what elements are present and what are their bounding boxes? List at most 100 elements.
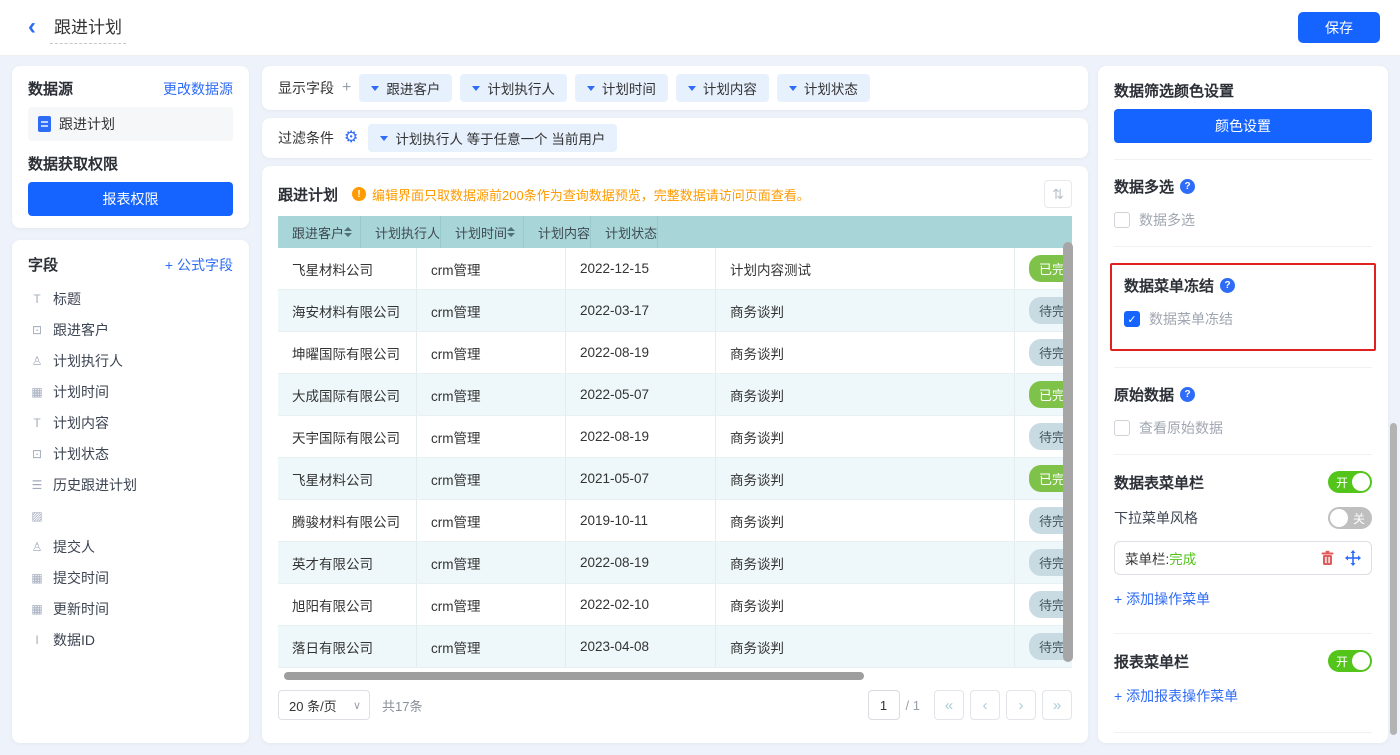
display-field-chip[interactable]: 计划内容 <box>676 74 769 102</box>
cell-executor: crm管理 <box>417 542 566 583</box>
table-row[interactable]: 坤曜国际有限公司 crm管理 2022-08-19 商务谈判 待完成 <box>278 332 1072 374</box>
display-field-chip[interactable]: 计划执行人 <box>460 74 567 102</box>
cell-content: 商务谈判 <box>716 290 1015 331</box>
table-row[interactable]: 腾骏材料有限公司 crm管理 2019-10-11 商务谈判 待完成 <box>278 500 1072 542</box>
cell-customer: 落日有限公司 <box>278 626 417 667</box>
field-item[interactable]: ⊡ 跟进客户 <box>28 314 233 345</box>
cell-content: 商务谈判 <box>716 458 1015 499</box>
cell-customer: 腾骏材料有限公司 <box>278 500 417 541</box>
table-row[interactable]: 海安材料有限公司 crm管理 2022-03-17 商务谈判 待完成 <box>278 290 1072 332</box>
display-field-chip[interactable]: 计划状态 <box>777 74 870 102</box>
display-field-chip[interactable]: 计划时间 <box>575 74 668 102</box>
raw-data-checkbox-row[interactable]: 查看原始数据 <box>1114 418 1372 438</box>
checkbox-checked[interactable]: ✓ <box>1124 311 1140 327</box>
add-report-action-menu-link[interactable]: + 添加报表操作菜单 <box>1114 686 1372 706</box>
datasource-item-label: 跟进计划 <box>59 114 115 134</box>
table-header-cell[interactable]: 计划时间 <box>441 216 524 248</box>
field-item[interactable]: ♙ 提交人 <box>28 531 233 562</box>
field-item[interactable]: ▦ 提交时间 <box>28 562 233 593</box>
vertical-scrollbar[interactable] <box>1063 242 1073 662</box>
add-display-field-button[interactable]: + <box>342 79 351 97</box>
chevron-down-icon <box>587 86 595 91</box>
field-label: 计划内容 <box>53 413 109 433</box>
table-body: 飞星材料公司 crm管理 2022-12-15 计划内容测试 已完成 海安材料有… <box>278 248 1072 668</box>
field-item[interactable]: ▦ 计划时间 <box>28 376 233 407</box>
field-item[interactable]: T 计划内容 <box>28 407 233 438</box>
sort-icon[interactable] <box>507 227 515 237</box>
sort-order-button[interactable]: ⇅ <box>1044 180 1072 208</box>
date-icon: ▦ <box>28 571 46 585</box>
horizontal-scrollbar[interactable] <box>284 672 864 680</box>
checkbox-unchecked[interactable] <box>1114 212 1130 228</box>
dropdown-style-label: 下拉菜单风格 <box>1114 508 1198 528</box>
field-label: 数据ID <box>53 630 95 650</box>
table-header-cell[interactable]: 计划内容 <box>524 216 591 248</box>
table-menu-toggle[interactable]: 开 <box>1328 471 1372 493</box>
text-icon: T <box>28 292 46 306</box>
checkbox-unchecked[interactable] <box>1114 420 1130 436</box>
table-header-cell[interactable]: 计划状态 <box>591 216 658 248</box>
field-item[interactable]: ♙ 计划执行人 <box>28 345 233 376</box>
table-header-cell[interactable]: 跟进客户 <box>278 216 361 248</box>
field-item[interactable]: ▨ <box>28 500 233 531</box>
cell-content: 商务谈判 <box>716 332 1015 373</box>
table-row[interactable]: 旭阳有限公司 crm管理 2022-02-10 商务谈判 待完成 <box>278 584 1072 626</box>
report-menu-toggle[interactable]: 开 <box>1328 650 1372 672</box>
change-datasource-link[interactable]: 更改数据源 <box>163 79 233 99</box>
report-permission-button[interactable]: 报表权限 <box>28 182 233 216</box>
add-action-menu-link[interactable]: + 添加操作菜单 <box>1114 589 1372 609</box>
field-list: T 标题 ⊡ 跟进客户 ♙ 计划执行人 ▦ 计划时间 T 计划内容 ⊡ 计划状态… <box>28 283 233 655</box>
table-row[interactable]: 飞星材料公司 crm管理 2022-12-15 计划内容测试 已完成 <box>278 248 1072 290</box>
help-icon[interactable]: ? <box>1180 179 1195 194</box>
page-size-select[interactable]: 20 条/页 ∨ <box>278 690 370 720</box>
page-title[interactable]: 跟进计划 <box>50 11 126 44</box>
table-header-cell[interactable]: 计划执行人 <box>361 216 441 248</box>
datasource-heading: 数据源 <box>28 78 73 99</box>
filter-condition-chip[interactable]: 计划执行人 等于任意一个 当前用户 <box>368 124 617 152</box>
display-fields-panel: 显示字段 + 跟进客户 计划执行人 计划时间 计划内容 计划状态 <box>262 66 1088 110</box>
cell-customer: 飞星材料公司 <box>278 248 417 289</box>
table-row[interactable]: 天宇国际有限公司 crm管理 2022-08-19 商务谈判 待完成 <box>278 416 1072 458</box>
add-formula-field-link[interactable]: + 公式字段 <box>165 255 233 275</box>
table-title: 跟进计划 <box>278 184 338 205</box>
menu-bar-value: 完成 <box>1169 548 1196 568</box>
datasource-item[interactable]: 跟进计划 <box>28 107 233 141</box>
window-scrollbar[interactable] <box>1390 423 1397 735</box>
back-icon[interactable]: ‹ <box>28 15 36 39</box>
preview-warning: ! 编辑界面只取数据源前200条作为查询数据预览，完整数据请访问页面查看。 <box>352 185 810 204</box>
table-row[interactable]: 落日有限公司 crm管理 2023-04-08 商务谈判 待完成 <box>278 626 1072 668</box>
table-row[interactable]: 英才有限公司 crm管理 2022-08-19 商务谈判 待完成 <box>278 542 1072 584</box>
menu-bar-item[interactable]: 菜单栏: 完成 <box>1114 541 1372 575</box>
page-total-label: / 1 <box>906 698 920 713</box>
page-number-input[interactable]: 1 <box>868 690 900 720</box>
cell-content: 商务谈判 <box>716 542 1015 583</box>
color-settings-button[interactable]: 颜色设置 <box>1114 109 1372 143</box>
report-menu-heading: 报表菜单栏 <box>1114 651 1189 672</box>
menu-freeze-checkbox-row[interactable]: ✓ 数据菜单冻结 <box>1124 309 1362 329</box>
field-item[interactable]: ⊡ 计划状态 <box>28 438 233 469</box>
divider <box>1114 633 1372 634</box>
cell-date: 2022-05-07 <box>566 374 716 415</box>
menu-freeze-checkbox-label: 数据菜单冻结 <box>1149 309 1233 329</box>
multi-select-checkbox-row[interactable]: 数据多选 <box>1114 210 1372 230</box>
help-icon[interactable]: ? <box>1180 387 1195 402</box>
table-row[interactable]: 飞星材料公司 crm管理 2021-05-07 商务谈判 已完成 <box>278 458 1072 500</box>
gear-icon[interactable]: ⚙ <box>344 130 358 146</box>
field-item[interactable]: I 数据ID <box>28 624 233 655</box>
cell-date: 2022-08-19 <box>566 332 716 373</box>
field-item[interactable]: ▦ 更新时间 <box>28 593 233 624</box>
topbar: ‹ 跟进计划 保存 <box>0 0 1400 56</box>
field-item[interactable]: T 标题 <box>28 283 233 314</box>
sort-icon[interactable] <box>344 227 352 237</box>
toggle-knob <box>1330 509 1348 527</box>
trash-icon[interactable] <box>1320 550 1335 566</box>
column-label: 计划状态 <box>605 223 657 242</box>
table-row[interactable]: 大成国际有限公司 crm管理 2022-05-07 商务谈判 已完成 <box>278 374 1072 416</box>
dropdown-style-toggle[interactable]: 关 <box>1328 507 1372 529</box>
display-field-chip[interactable]: 跟进客户 <box>359 74 452 102</box>
help-icon[interactable]: ? <box>1220 278 1235 293</box>
save-button[interactable]: 保存 <box>1298 12 1380 43</box>
field-item[interactable]: ☰ 历史跟进计划 <box>28 469 233 500</box>
filter-panel: 过滤条件 ⚙ 计划执行人 等于任意一个 当前用户 <box>262 118 1088 158</box>
move-icon[interactable] <box>1345 550 1361 566</box>
